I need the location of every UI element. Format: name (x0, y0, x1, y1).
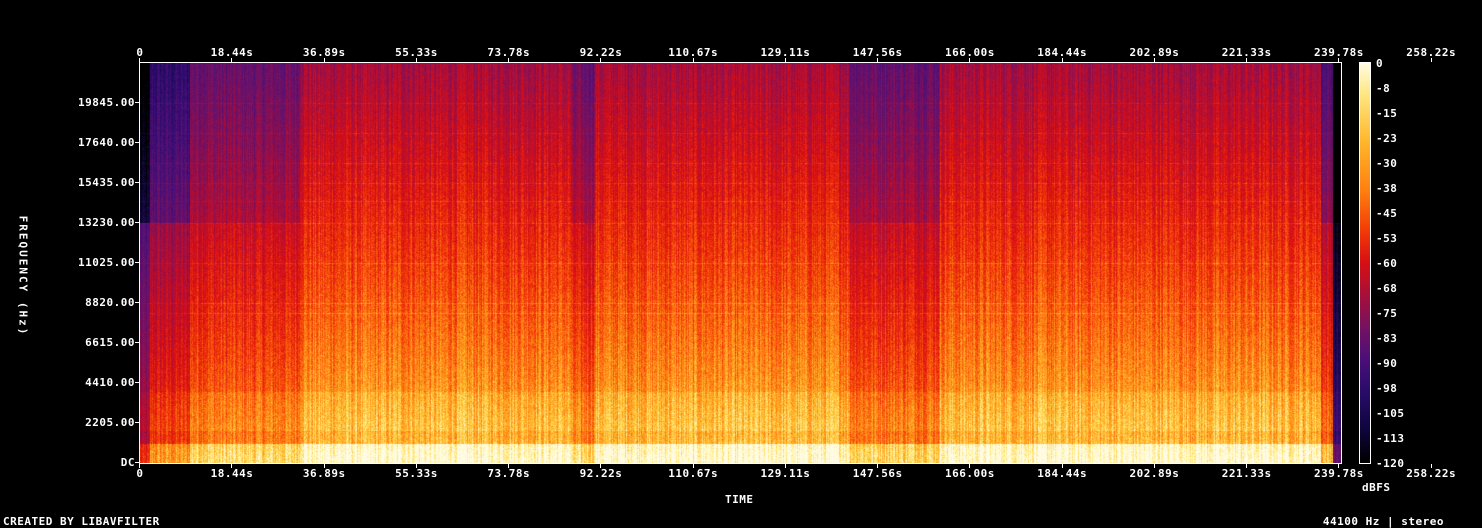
x-tick-label-bottom: 0 (136, 467, 144, 480)
x-tick-label-top: 166.00s (945, 46, 995, 59)
x-tick-label-top: 92.22s (579, 46, 623, 59)
colorbar-tick-label: -120 (1376, 457, 1405, 470)
footer-credit: CREATED BY LIBAVFILTER (3, 515, 160, 528)
x-tick-label-bottom: 92.22s (579, 467, 623, 480)
x-tick-label-bottom: 129.11s (760, 467, 811, 480)
x-tick-label-bottom: 166.00s (945, 467, 995, 480)
y-tick-label: 8820.00 (85, 296, 135, 309)
y-axis-label: FREQUENCY (Hz) (16, 215, 30, 337)
x-tick-label-bottom: 36.89s (302, 467, 346, 480)
x-tick-label-top: 0 (136, 46, 144, 59)
footer-sample-info: 44100 Hz | stereo (1322, 515, 1444, 528)
colorbar-tick-label: -98 (1376, 382, 1398, 395)
colorbar-tick-label: -90 (1376, 357, 1398, 370)
x-tick-label-bottom: 110.67s (668, 467, 719, 480)
y-tick-mark (135, 302, 139, 303)
x-tick-label-top: 258.22s (1406, 46, 1457, 59)
colorbar-frame (1359, 62, 1371, 464)
x-tick-label-bottom: 239.78s (1314, 467, 1364, 480)
spectrogram-image (140, 63, 1341, 463)
x-tick-label-bottom: 184.44s (1037, 467, 1088, 480)
x-tick-label-bottom: 258.22s (1406, 467, 1457, 480)
y-tick-label: 13230.00 (78, 216, 135, 229)
x-tick-label-top: 110.67s (668, 46, 719, 59)
y-tick-label: DC (120, 456, 135, 469)
y-tick-label: 2205.00 (85, 416, 135, 429)
colorbar-tick-label: -113 (1376, 432, 1405, 445)
x-tick-label-top: 221.33s (1221, 46, 1272, 59)
y-tick-mark (135, 342, 139, 343)
y-tick-mark (135, 422, 139, 423)
x-tick-label-top: 129.11s (760, 46, 811, 59)
x-axis-label: TIME (725, 493, 754, 506)
x-tick-label-bottom: 221.33s (1221, 467, 1272, 480)
colorbar-tick-label: -45 (1376, 207, 1398, 220)
colorbar-tick-label: -53 (1376, 232, 1398, 245)
colorbar-label: dBFS (1362, 481, 1391, 494)
y-tick-mark (135, 462, 139, 463)
x-tick-label-top: 239.78s (1314, 46, 1364, 59)
y-tick-label: 6615.00 (85, 336, 135, 349)
y-tick-label: 15435.00 (78, 176, 135, 189)
y-tick-mark (135, 142, 139, 143)
y-tick-label: 11025.00 (78, 256, 135, 269)
x-tick-label-bottom: 202.89s (1129, 467, 1180, 480)
x-tick-label-top: 184.44s (1037, 46, 1088, 59)
y-tick-mark (135, 382, 139, 383)
x-tick-label-top: 147.56s (852, 46, 903, 59)
colorbar-tick-label: -15 (1376, 107, 1398, 120)
colorbar-tick-label: -30 (1376, 157, 1398, 170)
y-tick-mark (135, 102, 139, 103)
spectrogram-area (140, 63, 1341, 463)
y-tick-mark (135, 262, 139, 263)
x-tick-label-top: 55.33s (395, 46, 438, 59)
colorbar-tick-label: -38 (1376, 182, 1398, 195)
colorbar-tick-label: -8 (1376, 82, 1391, 95)
colorbar-tick-label: -83 (1376, 332, 1398, 345)
y-tick-label: 4410.00 (85, 376, 135, 389)
x-tick-label-top: 202.89s (1129, 46, 1180, 59)
y-tick-mark (135, 182, 139, 183)
colorbar-tick-label: -105 (1376, 407, 1405, 420)
y-tick-label: 19845.00 (78, 96, 135, 109)
colorbar-tick-label: -60 (1376, 257, 1398, 270)
y-tick-label: 17640.00 (78, 136, 135, 149)
x-tick-label-bottom: 18.44s (210, 467, 254, 480)
colorbar-tick-label: 0 (1376, 57, 1384, 70)
colorbar-tick-label: -75 (1376, 307, 1398, 320)
x-tick-label-bottom: 147.56s (852, 467, 903, 480)
x-tick-label-bottom: 55.33s (395, 467, 438, 480)
y-tick-mark (135, 222, 139, 223)
colorbar-tick-label: -23 (1376, 132, 1398, 145)
x-tick-label-top: 73.78s (487, 46, 531, 59)
x-tick-label-bottom: 73.78s (487, 467, 531, 480)
x-tick-label-top: 36.89s (302, 46, 346, 59)
colorbar-tick-label: -68 (1376, 282, 1398, 295)
x-tick-label-top: 18.44s (210, 46, 254, 59)
